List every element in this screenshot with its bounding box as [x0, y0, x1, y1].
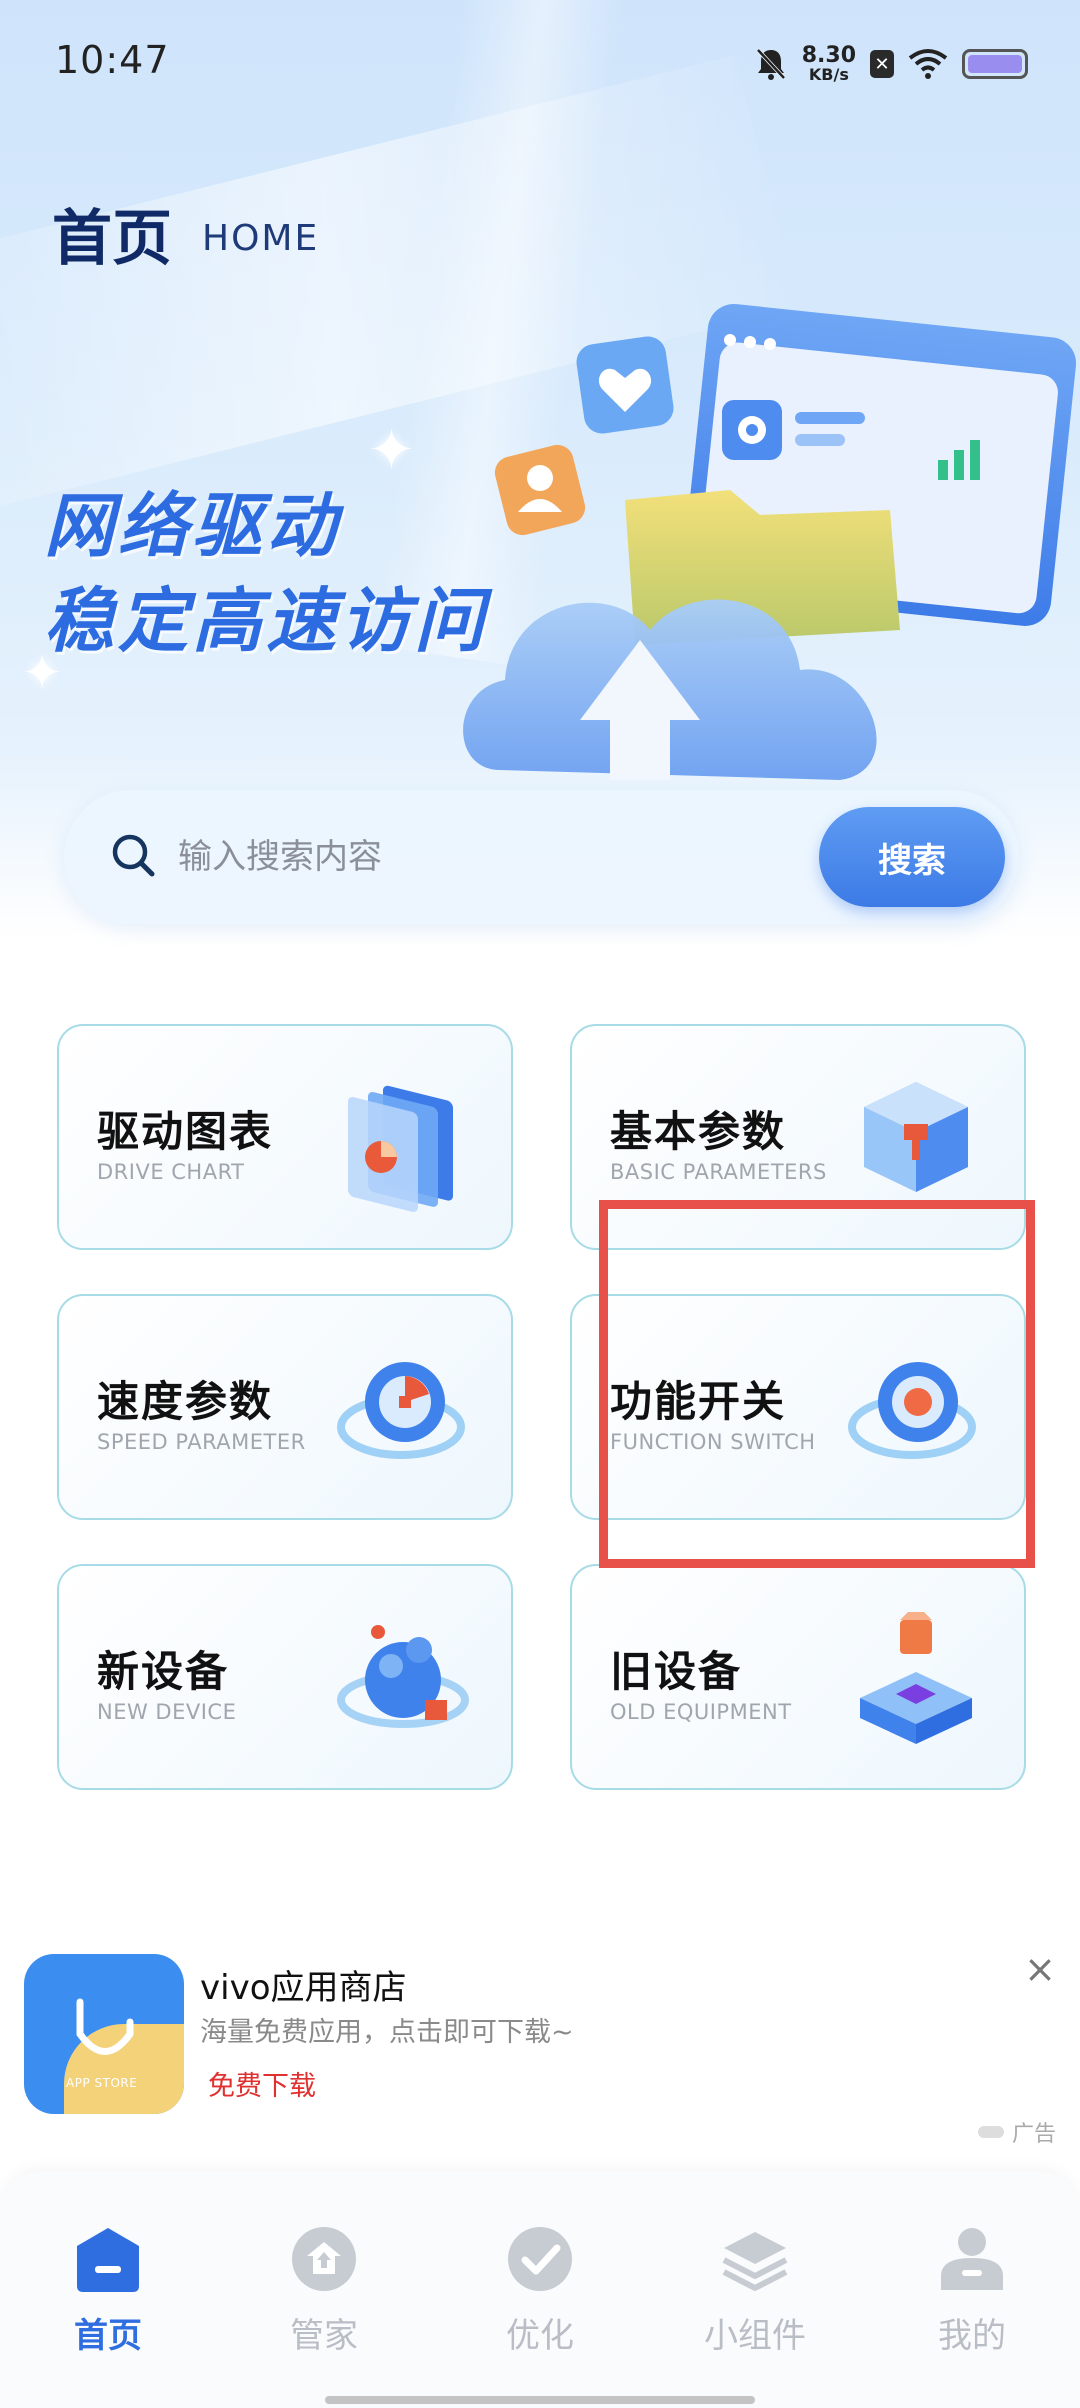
network-speed: 8.30 KB/s: [801, 43, 856, 84]
ad-title: vivo应用商店: [200, 1968, 407, 2008]
cloud-upload-illustration: [463, 304, 1077, 780]
card-title: 速度参数: [97, 1377, 274, 1426]
wifi-icon: [908, 49, 948, 79]
ad-subtitle: 海量免费应用，点击即可下载~: [200, 2017, 574, 2048]
card-old-equipment[interactable]: 旧设备 OLD EQUIPMENT: [570, 1564, 1026, 1790]
card-new-device[interactable]: 新设备 NEW DEVICE: [57, 1564, 513, 1790]
speed-dial-icon: [337, 1362, 465, 1459]
close-icon[interactable]: ×: [1024, 1950, 1056, 1988]
cube-icon: [864, 1082, 968, 1192]
cloud-icon: [977, 2126, 1004, 2138]
search-icon: [112, 834, 155, 877]
nav-widgets[interactable]: 小组件: [685, 2224, 825, 2357]
highlight-box: [599, 1200, 1035, 1568]
check-circle-icon: [508, 2227, 572, 2291]
status-time: 10:47: [55, 38, 170, 82]
home-indicator[interactable]: [325, 2396, 755, 2404]
nav-mine[interactable]: 我的: [902, 2224, 1042, 2357]
sparkle-icon: ✦: [368, 418, 415, 483]
bottom-nav: 首页 管家 优化 小组件 我的: [0, 2172, 1080, 2408]
bell-muted-icon: [756, 48, 786, 80]
stack-box-icon: [860, 1612, 972, 1744]
card-drive-chart[interactable]: 驱动图表 DRIVE CHART: [57, 1024, 513, 1250]
status-icons: 8.30 KB/s ✕: [754, 40, 1028, 88]
ad-download-link[interactable]: 免费下载: [208, 2064, 316, 2103]
page-title: 首页: [52, 204, 172, 274]
nav-optimize[interactable]: 优化: [470, 2224, 610, 2357]
search-input[interactable]: [178, 822, 738, 892]
card-speed-parameter[interactable]: 速度参数 SPEED PARAMETER: [57, 1294, 513, 1520]
planet-icon: [337, 1625, 469, 1728]
card-subtitle: SPEED PARAMETER: [97, 1430, 306, 1454]
nav-home[interactable]: 首页: [38, 2224, 178, 2357]
user-icon: [941, 2228, 1003, 2290]
ad-banner[interactable]: APP STORE vivo应用商店 海量免费应用，点击即可下载~ 免费下载 ×…: [0, 1930, 1080, 2160]
house-arrow-icon: [292, 2227, 356, 2291]
status-bar: 10:47 8.30 KB/s ✕: [0, 0, 1080, 120]
banner-slogan-line1: 网络驱动: [44, 485, 340, 567]
ad-label: 广告: [977, 2116, 1056, 2148]
home-icon: [77, 2228, 139, 2292]
banner-slogan-line2: 稳定高速访问: [44, 580, 488, 662]
card-title: 新设备: [97, 1647, 230, 1696]
chart-cube-icon: [348, 1085, 453, 1212]
search-button[interactable]: 搜索: [819, 807, 1005, 907]
card-title: 驱动图表: [97, 1107, 274, 1156]
sim-icon: ✕: [870, 50, 894, 78]
card-subtitle: DRIVE CHART: [97, 1160, 245, 1184]
page-subtitle: HOME: [202, 218, 320, 259]
card-subtitle: NEW DEVICE: [97, 1700, 237, 1724]
sparkle-icon: ✦: [22, 645, 63, 701]
battery-icon: [962, 49, 1028, 79]
layers-icon: [722, 2232, 788, 2291]
card-subtitle: BASIC PARAMETERS: [610, 1160, 827, 1184]
app-store-icon: APP STORE: [24, 1954, 184, 2114]
nav-steward[interactable]: 管家: [254, 2224, 394, 2357]
search-bar: 搜索: [64, 790, 1019, 924]
card-subtitle: OLD EQUIPMENT: [610, 1700, 792, 1724]
card-title: 旧设备: [610, 1647, 743, 1696]
card-title: 基本参数: [610, 1107, 787, 1156]
app-icon-text: APP STORE: [66, 2076, 138, 2090]
